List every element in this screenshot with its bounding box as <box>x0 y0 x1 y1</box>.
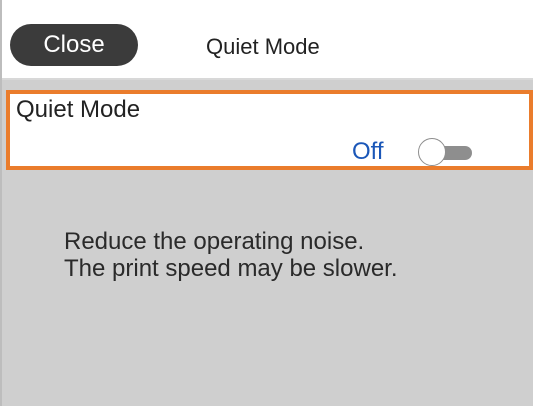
description-line-2: The print speed may be slower. <box>64 255 398 282</box>
quiet-mode-screen: Close Quiet Mode Quiet Mode Off Reduce t… <box>0 0 533 406</box>
setting-status-text: Off <box>352 138 384 165</box>
close-button[interactable]: Close <box>10 24 138 66</box>
description-text: Reduce the operating noise. The print sp… <box>64 228 398 282</box>
page-title: Quiet Mode <box>206 34 320 59</box>
setting-label: Quiet Mode <box>16 96 141 123</box>
quiet-mode-toggle[interactable] <box>418 138 476 168</box>
toggle-knob <box>418 138 446 166</box>
description-line-1: Reduce the operating noise. <box>64 228 365 255</box>
quiet-mode-setting-row[interactable]: Quiet Mode Off <box>6 90 533 170</box>
top-bar: Close Quiet Mode <box>2 0 533 80</box>
